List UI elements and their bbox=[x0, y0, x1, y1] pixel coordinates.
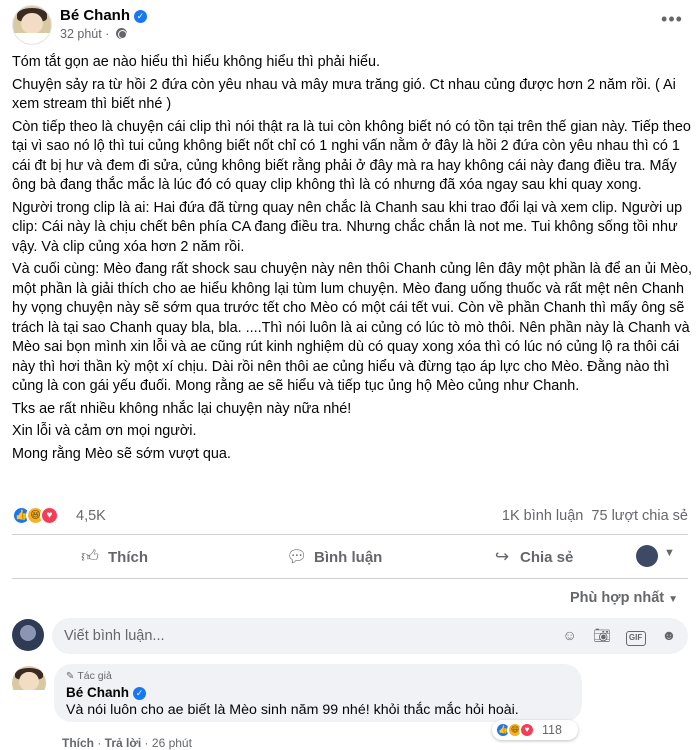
sort-label[interactable]: Phù hợp nhất bbox=[570, 590, 664, 606]
post-paragraph: Và cuối cùng: Mèo đang rất shock sau chu… bbox=[12, 261, 693, 394]
author-badge-label: Tác giả bbox=[77, 670, 112, 682]
comment-reply-link[interactable]: Trả lời bbox=[105, 736, 142, 750]
caret-down-icon: ▼ bbox=[664, 547, 675, 559]
comment-author-name[interactable]: Bé Chanh bbox=[66, 685, 129, 700]
post-paragraph: Xin lỗi và cảm ơn mọi người. bbox=[12, 423, 197, 439]
post-paragraph: Chuyện sảy ra từ hồi 2 đứa còn yêu nhau … bbox=[12, 76, 676, 113]
comment-share-count[interactable]: 1K bình luận 75 lượt chia sẻ bbox=[502, 508, 688, 524]
divider bbox=[12, 534, 688, 535]
post-paragraph: Tóm tắt gọn ae nào hiểu thì hiểu không h… bbox=[12, 54, 381, 70]
post-timestamp[interactable]: 32 phút · bbox=[60, 27, 127, 41]
more-options-button[interactable]: ••• bbox=[658, 8, 686, 36]
like-button[interactable]: 👍︎ Thích bbox=[80, 538, 148, 576]
gif-icon[interactable]: GIF bbox=[625, 631, 646, 646]
comment-composer: ☺ 📷︎ GIF ☻ bbox=[12, 618, 688, 654]
love-icon: ♥ bbox=[40, 506, 59, 525]
comment-author[interactable]: Bé Chanh ✓ bbox=[66, 685, 147, 700]
sticker-icon[interactable]: ☻ bbox=[660, 626, 678, 644]
post-paragraph: Người trong clip là ai: Hai đứa đã từng … bbox=[12, 199, 683, 255]
comment-reaction-count: 118 bbox=[542, 723, 562, 737]
comment-meta: Thích · Trả lời · 26 phút bbox=[62, 736, 192, 750]
comment-count[interactable]: 1K bình luận bbox=[502, 508, 583, 524]
verified-badge-icon: ✓ bbox=[133, 687, 147, 700]
divider bbox=[12, 578, 688, 579]
verified-badge-icon: ✓ bbox=[134, 10, 148, 23]
speech-bubble-icon: 💬︎ bbox=[286, 547, 308, 566]
profile-avatar bbox=[636, 545, 658, 567]
post-header: Bé Chanh ✓ 32 phút · ••• bbox=[0, 0, 700, 50]
comment-bubble: ✎ Tác giả Bé Chanh ✓ Và nói luôn cho ae bi… bbox=[54, 664, 582, 722]
comment-time[interactable]: 26 phút bbox=[152, 736, 192, 750]
share-button-label: Chia sẻ bbox=[520, 549, 574, 566]
comment-button[interactable]: 💬︎ Bình luận bbox=[286, 538, 382, 576]
author-avatar[interactable] bbox=[12, 5, 52, 45]
emoji-icon[interactable]: ☺ bbox=[561, 626, 579, 644]
composer-icons: ☺ 📷︎ GIF ☻ bbox=[551, 626, 678, 646]
post-author-name[interactable]: Bé Chanh bbox=[60, 7, 130, 24]
post-body: Tóm tắt gọn ae nào hiểu thì hiểu không h… bbox=[12, 53, 692, 467]
camera-icon[interactable]: 📷︎ bbox=[593, 626, 611, 644]
caret-down-icon: ▼ bbox=[668, 594, 678, 605]
share-arrow-icon: ↪ bbox=[494, 547, 510, 566]
comment-author-avatar[interactable] bbox=[12, 666, 46, 700]
pencil-icon: ✎ bbox=[66, 671, 75, 682]
comment-item: ✎ Tác giả Bé Chanh ✓ Và nói luôn cho ae bi… bbox=[12, 664, 688, 750]
post-stats: 👍 😆 ♥ 4,5K 1K bình luận 75 lượt chia sẻ bbox=[12, 503, 688, 529]
post-actions: 👍︎ Thích 💬︎ Bình luận ↪ Chia sẻ ▼ bbox=[12, 538, 688, 576]
globe-icon bbox=[115, 28, 127, 39]
love-icon: ♥ bbox=[519, 722, 535, 738]
comment-button-label: Bình luận bbox=[314, 549, 383, 566]
react-as-selector[interactable]: ▼ bbox=[636, 545, 676, 569]
comment-sort-dropdown[interactable]: Phù hợp nhất ▼ bbox=[570, 590, 678, 606]
author-badge: ✎ Tác giả bbox=[66, 670, 112, 682]
reaction-icons[interactable]: 👍 😆 ♥ bbox=[12, 506, 72, 526]
comment-like-link[interactable]: Thích bbox=[62, 736, 94, 750]
share-button[interactable]: ↪ Chia sẻ bbox=[492, 538, 573, 576]
post-paragraph: Mong rằng Mèo sẽ sớm vượt qua. bbox=[12, 445, 231, 462]
share-count[interactable]: 75 lượt chia sẻ bbox=[591, 508, 688, 524]
comment-text: Và nói luôn cho ae biết là Mèo sinh năm … bbox=[66, 702, 519, 718]
thumbs-up-icon: 👍︎ bbox=[81, 547, 99, 566]
post-author[interactable]: Bé Chanh ✓ bbox=[60, 7, 148, 24]
current-user-avatar[interactable] bbox=[12, 619, 44, 651]
reaction-count[interactable]: 4,5K bbox=[76, 508, 106, 524]
post-paragraph: Còn tiếp theo là chuyện cái clip thì nói… bbox=[12, 118, 691, 194]
comment-reactions[interactable]: 👍 😆 ♥ 118 bbox=[492, 720, 578, 740]
post-time-text[interactable]: 32 phút bbox=[60, 27, 102, 41]
like-button-label: Thích bbox=[108, 549, 148, 566]
post-paragraph: Tks ae rất nhiều không nhắc lại chuyện n… bbox=[12, 400, 352, 417]
